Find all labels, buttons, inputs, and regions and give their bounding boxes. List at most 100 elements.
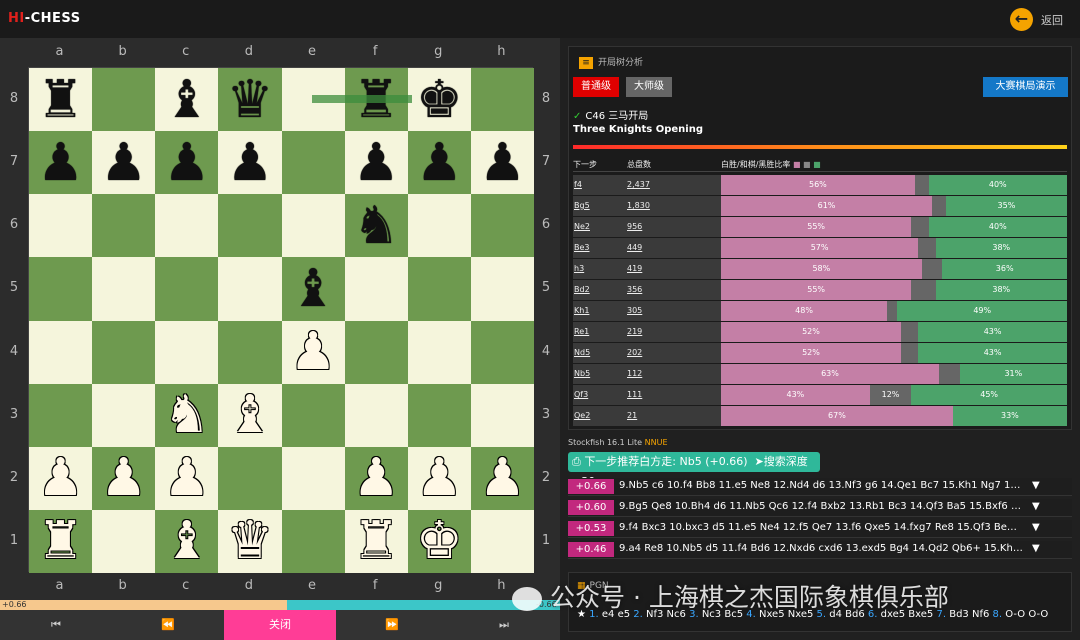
- white-pawn-icon[interactable]: ♟: [416, 452, 463, 504]
- tree-games-link[interactable]: 305: [627, 306, 642, 315]
- tree-row[interactable]: Bg5 1,830 61% 35%: [573, 196, 1067, 216]
- square-a3[interactable]: [29, 383, 93, 447]
- square-f4[interactable]: [344, 320, 408, 384]
- tree-row-move-cell[interactable]: Nd5 202: [573, 343, 721, 363]
- square-c2[interactable]: ♟: [155, 446, 219, 510]
- square-h7[interactable]: ♟: [470, 131, 534, 195]
- white-rook-icon[interactable]: ♜: [37, 515, 84, 567]
- tree-move-link[interactable]: Qf3: [574, 390, 588, 399]
- square-c4[interactable]: [155, 320, 219, 384]
- tree-row[interactable]: Qe2 21 67% 33%: [573, 406, 1067, 426]
- black-pawn-icon[interactable]: ♟: [227, 137, 274, 189]
- tree-move-link[interactable]: Nb5: [574, 369, 590, 378]
- square-a2[interactable]: ♟: [29, 446, 93, 510]
- square-g4[interactable]: [407, 320, 471, 384]
- white-pawn-icon[interactable]: ♟: [164, 452, 211, 504]
- tree-row-move-cell[interactable]: Ne2 956: [573, 217, 721, 237]
- square-e6[interactable]: [281, 194, 345, 258]
- back-button[interactable]: 返回: [1041, 12, 1063, 28]
- tree-row-move-cell[interactable]: Be3 449: [573, 238, 721, 258]
- square-f3[interactable]: [344, 383, 408, 447]
- square-a8[interactable]: ♜: [29, 68, 93, 132]
- square-e4[interactable]: ♟: [281, 320, 345, 384]
- square-h3[interactable]: [470, 383, 534, 447]
- tree-move-link[interactable]: Bg5: [574, 201, 590, 210]
- square-h6[interactable]: [470, 194, 534, 258]
- next-move-button[interactable]: ⏩: [336, 610, 448, 640]
- square-c6[interactable]: [155, 194, 219, 258]
- engine-line[interactable]: +0.60 9.Bg5 Qe8 10.Bh4 d6 11.Nb5 Qc6 12.f…: [568, 499, 1072, 517]
- square-d5[interactable]: [218, 257, 282, 321]
- engine-line-moves[interactable]: 9.a4 Re8 10.Nb5 d5 11.f4 Bd6 12.Nxd6 cxd…: [619, 543, 1023, 554]
- expand-caret-icon[interactable]: ▼: [1032, 480, 1040, 491]
- first-move-button[interactable]: ⏮: [0, 610, 112, 640]
- square-g1[interactable]: ♚: [407, 509, 471, 573]
- chess-board[interactable]: ♜ ♝ ♛ ♜ ♚ ♟ ♟ ♟ ♟ ♟ ♟ ♟ ♞ ♝ ♟ ♞ ♝ ♟ ♟ ♟ ♟ ♟ ♟ ♜ ♝ ♛ ♜ ♚: [28, 67, 534, 573]
- square-d7[interactable]: ♟: [218, 131, 282, 195]
- white-king-icon[interactable]: ♚: [416, 515, 463, 567]
- square-a4[interactable]: [29, 320, 93, 384]
- expand-caret-icon[interactable]: ▼: [1032, 543, 1040, 554]
- square-b4[interactable]: [92, 320, 156, 384]
- tree-row[interactable]: Qf3 111 43% 12% 45%: [573, 385, 1067, 405]
- square-f6[interactable]: ♞: [344, 194, 408, 258]
- black-queen-icon[interactable]: ♛: [227, 74, 274, 126]
- square-a7[interactable]: ♟: [29, 131, 93, 195]
- white-pawn-icon[interactable]: ♟: [479, 452, 526, 504]
- white-pawn-icon[interactable]: ♟: [37, 452, 84, 504]
- square-b5[interactable]: [92, 257, 156, 321]
- white-pawn-icon[interactable]: ♟: [100, 452, 147, 504]
- square-c1[interactable]: ♝: [155, 509, 219, 573]
- black-rook-icon[interactable]: ♜: [37, 74, 84, 126]
- square-b8[interactable]: [92, 68, 156, 132]
- engine-line[interactable]: +0.66 9.Nb5 c6 10.f4 Bb8 11.e5 Ne8 12.Nd4…: [568, 478, 1072, 496]
- tree-row-move-cell[interactable]: Bg5 1,830: [573, 196, 721, 216]
- square-d3[interactable]: ♝: [218, 383, 282, 447]
- tree-move-link[interactable]: Re1: [574, 327, 589, 336]
- tree-games-link[interactable]: 449: [627, 243, 642, 252]
- square-d2[interactable]: [218, 446, 282, 510]
- engine-line-moves[interactable]: 9.f4 Bxc3 10.bxc3 d5 11.e5 Ne4 12.f5 Qe7…: [619, 522, 1023, 533]
- black-king-icon[interactable]: ♚: [416, 74, 463, 126]
- square-b6[interactable]: [92, 194, 156, 258]
- back-arrow-icon[interactable]: ←: [1010, 8, 1033, 31]
- tree-row-move-cell[interactable]: f4 2,437: [573, 175, 721, 195]
- tree-move-link[interactable]: Qe2: [574, 411, 590, 420]
- tree-row[interactable]: f4 2,437 56% 40%: [573, 175, 1067, 195]
- tree-move-link[interactable]: Be3: [574, 243, 590, 252]
- last-move-button[interactable]: ⏭: [448, 610, 560, 640]
- square-e7[interactable]: [281, 131, 345, 195]
- previous-move-button[interactable]: ⏪: [112, 610, 224, 640]
- square-a1[interactable]: ♜: [29, 509, 93, 573]
- square-g3[interactable]: [407, 383, 471, 447]
- tree-row[interactable]: Be3 449 57% 38%: [573, 238, 1067, 258]
- square-b3[interactable]: [92, 383, 156, 447]
- engine-line[interactable]: +0.53 9.f4 Bxc3 10.bxc3 d5 11.e5 Ne4 12.f…: [568, 520, 1072, 538]
- square-a5[interactable]: [29, 257, 93, 321]
- tree-games-link[interactable]: 21: [627, 411, 637, 420]
- tree-row-move-cell[interactable]: Qe2 21: [573, 406, 721, 426]
- square-h1[interactable]: [470, 509, 534, 573]
- black-knight-icon[interactable]: ♞: [353, 200, 400, 252]
- square-f7[interactable]: ♟: [344, 131, 408, 195]
- white-queen-icon[interactable]: ♛: [227, 515, 274, 567]
- white-bishop-icon[interactable]: ♝: [227, 389, 274, 441]
- tree-move-link[interactable]: f4: [574, 180, 582, 189]
- white-pawn-icon[interactable]: ♟: [290, 326, 337, 378]
- square-b2[interactable]: ♟: [92, 446, 156, 510]
- tree-row-move-cell[interactable]: Qf3 111: [573, 385, 721, 405]
- tree-row[interactable]: Nd5 202 52% 43%: [573, 343, 1067, 363]
- expand-caret-icon[interactable]: ▼: [1032, 522, 1040, 533]
- white-rook-icon[interactable]: ♜: [353, 515, 400, 567]
- black-pawn-icon[interactable]: ♟: [353, 137, 400, 189]
- tree-row-move-cell[interactable]: Re1 219: [573, 322, 721, 342]
- engine-line[interactable]: +0.46 9.a4 Re8 10.Nb5 d5 11.f4 Bd6 12.Nxd…: [568, 541, 1072, 559]
- square-g2[interactable]: ♟: [407, 446, 471, 510]
- tree-move-link[interactable]: h3: [574, 264, 584, 273]
- black-bishop-icon[interactable]: ♝: [290, 263, 337, 315]
- square-e5[interactable]: ♝: [281, 257, 345, 321]
- engine-line-moves[interactable]: 9.Bg5 Qe8 10.Bh4 d6 11.Nb5 Qc6 12.f4 Bxb…: [619, 501, 1023, 512]
- square-h8[interactable]: [470, 68, 534, 132]
- square-f5[interactable]: [344, 257, 408, 321]
- tree-games-link[interactable]: 956: [627, 222, 642, 231]
